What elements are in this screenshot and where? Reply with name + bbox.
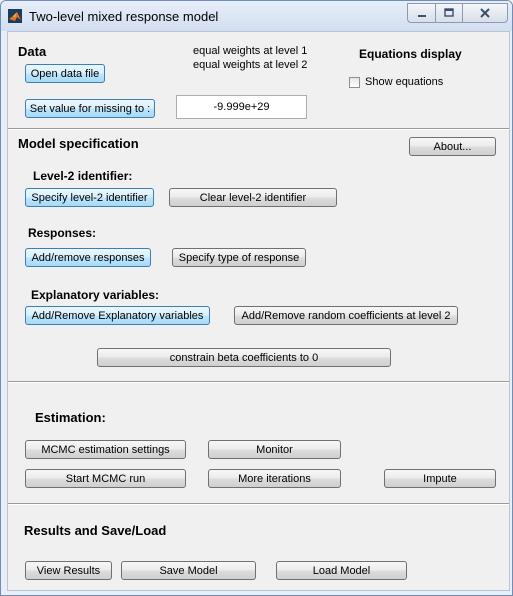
explanatory-variables-heading: Explanatory variables:: [31, 288, 160, 302]
estimation-heading: Estimation:: [35, 410, 106, 425]
add-remove-random-coefficients-button[interactable]: Add/Remove random coefficients at level …: [234, 306, 458, 325]
clear-level2-identifier-button[interactable]: Clear level-2 identifier: [169, 188, 337, 207]
impute-button[interactable]: Impute: [384, 469, 496, 488]
about-button[interactable]: About...: [409, 137, 496, 156]
level2-identifier-heading: Level-2 identifier:: [33, 169, 133, 183]
equations-display-heading: Equations display: [359, 47, 462, 61]
maximize-icon: [444, 8, 454, 17]
load-model-button[interactable]: Load Model: [276, 561, 407, 580]
client-area: Data Open data file equal weights at lev…: [7, 31, 510, 591]
show-equations-checkbox[interactable]: [349, 77, 360, 88]
data-heading: Data: [18, 44, 47, 59]
open-data-file-button[interactable]: Open data file: [25, 64, 105, 83]
window-title: Two-level mixed response model: [29, 9, 219, 24]
maximize-button[interactable]: [435, 3, 463, 23]
matlab-icon: [8, 9, 22, 23]
close-button[interactable]: [462, 3, 508, 23]
section-divider-3: [8, 503, 509, 505]
monitor-button[interactable]: Monitor: [208, 440, 341, 459]
save-model-button[interactable]: Save Model: [121, 561, 256, 580]
responses-heading: Responses:: [28, 226, 97, 240]
add-remove-responses-button[interactable]: Add/remove responses: [25, 248, 151, 267]
title-bar[interactable]: Two-level mixed response model: [1, 1, 512, 31]
section-divider-2: [8, 381, 509, 383]
section-divider-1: [8, 128, 509, 130]
mcmc-estimation-settings-button[interactable]: MCMC estimation settings: [25, 440, 186, 459]
close-icon: [480, 8, 490, 18]
minimize-button[interactable]: [407, 3, 436, 23]
main-window: Two-level mixed response model Data Open…: [0, 0, 513, 596]
start-mcmc-run-button[interactable]: Start MCMC run: [25, 469, 186, 488]
results-save-load-heading: Results and Save/Load: [24, 523, 167, 538]
show-equations-label: Show equations: [365, 76, 444, 88]
weights-level2-label: equal weights at level 2: [193, 59, 308, 71]
add-remove-explanatory-variables-button[interactable]: Add/Remove Explanatory variables: [25, 306, 210, 325]
more-iterations-button[interactable]: More iterations: [208, 469, 341, 488]
weights-level1-label: equal weights at level 1: [193, 45, 308, 57]
specify-level2-identifier-button[interactable]: Specify level-2 identifier: [25, 188, 154, 207]
minimize-icon: [417, 15, 426, 17]
missing-value-field[interactable]: [176, 95, 307, 119]
view-results-button[interactable]: View Results: [25, 561, 112, 580]
model-specification-heading: Model specification: [18, 136, 139, 151]
constrain-beta-coefficients-button[interactable]: constrain beta coefficients to 0: [97, 348, 391, 367]
specify-type-of-response-button[interactable]: Specify type of response: [172, 248, 306, 267]
set-missing-value-button[interactable]: Set value for missing to :: [25, 99, 155, 118]
